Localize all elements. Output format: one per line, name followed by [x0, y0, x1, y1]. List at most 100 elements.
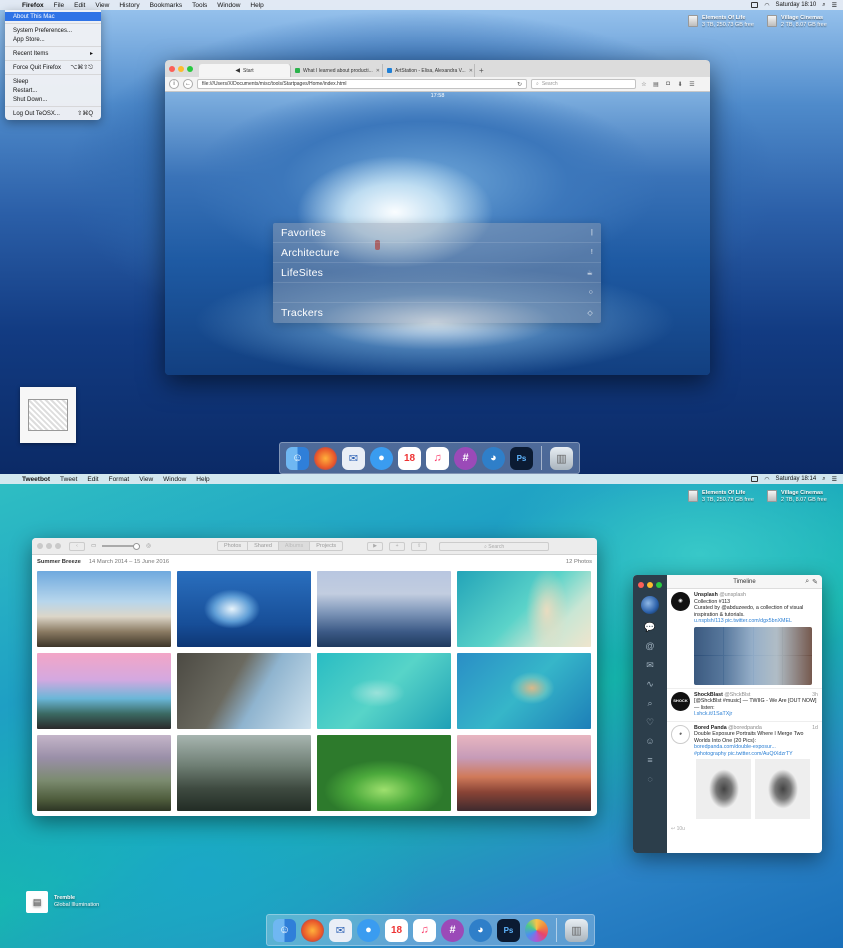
tweet-author[interactable]: Bored Panda [694, 725, 727, 731]
tweet-author[interactable]: ShockBlast [694, 692, 723, 698]
menu-item-system-preferences[interactable]: System Preferences... [5, 26, 101, 35]
menu-tools[interactable]: Tools [192, 2, 207, 9]
menu-help[interactable]: Help [250, 2, 263, 9]
search-icon[interactable]: ⌕ [805, 578, 809, 586]
apple-icon[interactable] [6, 475, 14, 483]
airmail-icon[interactable]: ✉ [329, 918, 352, 942]
tweet-item[interactable]: ◕ 1d Bored Panda @boredpanda Double Expo… [667, 722, 822, 825]
hamburger-menu-icon[interactable]: ☰ [688, 81, 696, 88]
minimize-button[interactable] [46, 543, 52, 549]
tweetbot-icon[interactable]: ◕ [469, 918, 492, 942]
avatar[interactable] [641, 596, 659, 614]
slack-icon[interactable]: # [454, 446, 477, 470]
drive-village-cinemas[interactable]: Village Cinemas 2 TB, 8.07 GB free [767, 490, 827, 503]
menu-item-force-quit[interactable]: Force Quit Firefox ⌥⌘⇧⎋ [5, 63, 101, 72]
wifi-icon[interactable]: ◠ [764, 2, 769, 9]
startpage-item-architecture[interactable]: Architecture! [273, 243, 601, 263]
zoom-button[interactable] [55, 543, 61, 549]
tweet-item[interactable]: SHOCK 3h ShockBlast @ShckBlst [@ShckBlst… [667, 689, 822, 722]
tab-shared[interactable]: Shared [248, 542, 279, 550]
tab-start[interactable]: ◀ Start [199, 64, 291, 77]
desktop-file-artwork[interactable] [20, 387, 76, 443]
messages-icon[interactable]: ✉ [644, 659, 656, 671]
menu-window[interactable]: Window [217, 2, 240, 9]
photo-thumbnail[interactable] [177, 653, 311, 729]
photo-thumbnail[interactable] [37, 571, 171, 647]
battery-icon[interactable] [751, 476, 759, 482]
profile-icon[interactable]: ☺ [644, 735, 656, 747]
itunes-icon[interactable]: ♫ [426, 446, 449, 470]
url-bar[interactable]: file:///Users/X/Documents/misc/tools/Sta… [197, 79, 527, 89]
itunes-icon[interactable]: ♫ [413, 918, 436, 942]
messages-icon[interactable]: ● [370, 446, 393, 470]
menu-item-shut-down[interactable]: Shut Down... [5, 95, 101, 104]
menu-bookmarks[interactable]: Bookmarks [150, 2, 183, 9]
startpage-item-lifesites[interactable]: LifeSites ☕ [273, 263, 601, 283]
tab-photos[interactable]: Photos [218, 542, 249, 550]
close-button[interactable] [37, 543, 43, 549]
add-button[interactable]: + [389, 541, 406, 551]
tab-productivity[interactable]: What I learned about producti... ✕ [291, 64, 383, 77]
minimize-button[interactable] [178, 65, 184, 72]
pocket-icon[interactable]: ◘ [664, 81, 672, 87]
calendar-icon[interactable]: 18 [385, 918, 408, 942]
tweet-author[interactable]: Unsplash [694, 592, 718, 598]
menu-tweet[interactable]: Tweet [60, 476, 77, 483]
photos-app-icon[interactable] [525, 918, 548, 942]
tweet-link[interactable]: u.nsplsh/113 pic.twitter.com/dgx5bnXMEL [694, 618, 818, 625]
star-icon[interactable]: ☆ [640, 81, 648, 88]
drive-elements-of-life[interactable]: Elements Of Life 3 TB, 250.73 GB free [688, 490, 754, 503]
photo-thumbnail[interactable] [317, 653, 451, 729]
zoom-button[interactable] [656, 582, 662, 588]
menu-item-restart[interactable]: Restart... [5, 86, 101, 95]
trash-icon[interactable]: ▥ [565, 918, 588, 942]
drive-village-cinemas[interactable]: Village Cinemas 2 TB, 8.07 GB free [767, 15, 827, 28]
notification-center-icon[interactable]: ☰ [832, 2, 837, 9]
menu-help[interactable]: Help [196, 476, 209, 483]
retweets-icon[interactable]: ◌ [644, 773, 656, 785]
menu-file[interactable]: File [54, 2, 64, 9]
activity-icon[interactable]: ∿ [644, 678, 656, 690]
zoom-slider[interactable] [102, 543, 141, 550]
startpage-item-trackers[interactable]: Trackers ◇ [273, 303, 601, 323]
search-input[interactable]: ⌕ Search [439, 541, 550, 551]
close-button[interactable] [169, 65, 175, 72]
drive-elements-of-life[interactable]: Elements Of Life 3 TB, 250.73 GB free [688, 15, 754, 28]
close-button[interactable] [638, 582, 644, 588]
tab-albums[interactable]: Albums [278, 542, 311, 550]
lists-icon[interactable]: ≡ [644, 754, 656, 766]
desktop-file-tremble[interactable]: ▤ Tremble Global Illumination [26, 891, 99, 913]
firefox-icon[interactable] [301, 918, 324, 942]
tweet-link[interactable]: l.shck.it/1SaTXjr [694, 711, 818, 718]
menu-item-log-out[interactable]: Log Out TeOSX... ⇧⌘Q [5, 109, 101, 118]
menu-item-recent-items[interactable]: Recent Items ▸ [5, 49, 101, 58]
photo-thumbnail[interactable] [317, 735, 451, 811]
back-button[interactable]: ← [183, 79, 193, 89]
startpage-item-favorites[interactable]: Favorites | [273, 223, 601, 243]
back-button[interactable]: ‹ [69, 541, 85, 551]
slack-icon[interactable]: # [441, 918, 464, 942]
finder-icon[interactable]: ☺ [273, 918, 296, 942]
reload-icon[interactable]: ↻ [517, 81, 522, 88]
zoom-button[interactable] [187, 65, 193, 72]
search-icon[interactable]: ⌕ [644, 697, 656, 709]
menu-tweetbot[interactable]: Tweetbot [22, 476, 50, 483]
search-input[interactable]: ⌕ Search [531, 79, 636, 89]
calendar-icon[interactable]: 18 [398, 446, 421, 470]
spotlight-icon[interactable]: ⌕ [822, 2, 825, 9]
photoshop-icon[interactable]: Ps [497, 918, 520, 942]
download-icon[interactable]: ⬇ [676, 81, 684, 88]
tab-artstation[interactable]: ArtStation - Elisa, Alexandra V... ✕ [383, 64, 475, 77]
tweet-link[interactable]: #photography pic.twitter.com/AuQtXdzrTY [694, 751, 818, 758]
photo-thumbnail[interactable] [37, 735, 171, 811]
menu-history[interactable]: History [119, 2, 139, 9]
spotlight-icon[interactable]: ⌕ [822, 476, 825, 483]
photo-thumbnail[interactable] [457, 735, 591, 811]
tweet-media[interactable] [694, 759, 812, 821]
clock[interactable]: Saturday 18:10 [776, 2, 817, 8]
info-icon[interactable]: i [169, 79, 179, 89]
tweet-media[interactable] [694, 626, 812, 685]
close-tab-icon[interactable]: ✕ [376, 68, 380, 74]
close-tab-icon[interactable]: ✕ [469, 68, 473, 74]
startpage-item-blank[interactable]: ○ [273, 283, 601, 303]
